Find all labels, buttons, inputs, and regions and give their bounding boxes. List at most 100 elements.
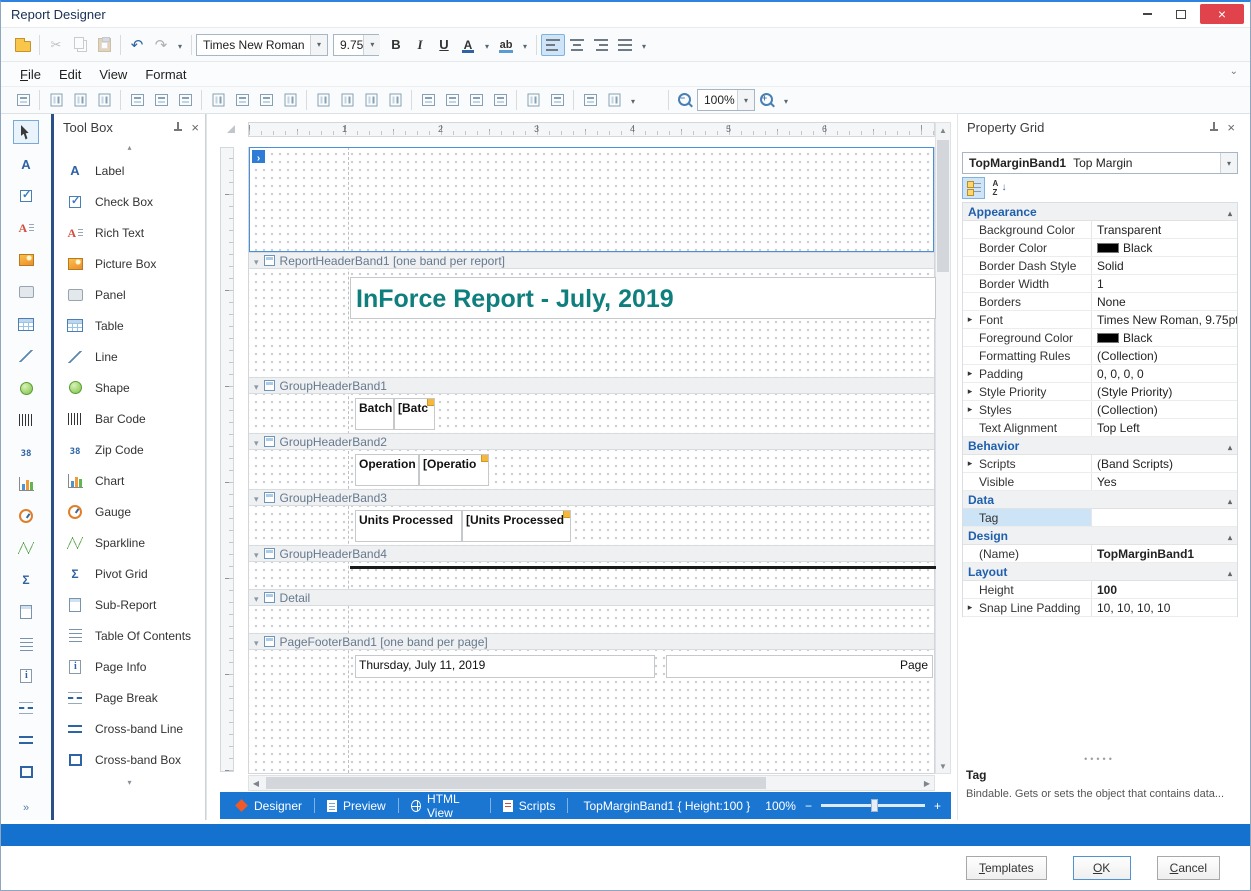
bold-button[interactable]: B xyxy=(384,34,408,56)
tab-html-view[interactable]: HTML View xyxy=(406,792,483,819)
strip-tool-bar-code[interactable] xyxy=(13,408,39,432)
property-row-formatting-rules[interactable]: Formatting Rules(Collection) xyxy=(963,347,1237,365)
chevron-down-icon[interactable] xyxy=(310,35,327,55)
increase-vertical-spacing-button[interactable] xyxy=(440,89,464,111)
tab-preview[interactable]: Preview xyxy=(322,792,391,819)
horizontal-scroll-thumb[interactable] xyxy=(266,777,766,789)
strip-tool-sparkline[interactable] xyxy=(13,536,39,560)
scroll-right-arrow[interactable]: ▶ xyxy=(920,776,934,790)
make-same-size-button[interactable] xyxy=(278,89,302,111)
strip-tool-line[interactable] xyxy=(13,344,39,368)
description-splitter[interactable] xyxy=(958,754,1241,764)
horizontal-scrollbar[interactable]: ◀ ▶ xyxy=(248,775,935,791)
pin-icon[interactable] xyxy=(173,121,183,133)
report-title-label[interactable]: InForce Report - July, 2019 xyxy=(350,277,936,319)
font-name-combo[interactable]: Times New Roman xyxy=(196,34,328,56)
collapse-caret-icon[interactable] xyxy=(254,491,259,505)
toolbox-item-page-info[interactable]: Page Info xyxy=(54,651,205,682)
toolbox-item-shape[interactable]: Shape xyxy=(54,372,205,403)
toolbox-item-table[interactable]: Table xyxy=(54,310,205,341)
tab-scripts[interactable]: Scripts xyxy=(498,792,561,819)
strip-overflow-chevron[interactable] xyxy=(1,802,51,814)
align-bottoms-button[interactable] xyxy=(173,89,197,111)
property-row-visible[interactable]: VisibleYes xyxy=(963,473,1237,491)
chevron-down-icon[interactable] xyxy=(1220,153,1237,173)
align-center-button[interactable] xyxy=(565,34,589,56)
property-row-border-dash-style[interactable]: Border Dash StyleSolid xyxy=(963,257,1237,275)
toolbox-item-rich-text[interactable]: Rich Text xyxy=(54,217,205,248)
toolbox-item-table-of-contents[interactable]: Table Of Contents xyxy=(54,620,205,651)
category-behavior[interactable]: Behavior xyxy=(963,437,1237,455)
tab-designer[interactable]: Designer xyxy=(230,792,307,819)
center-horizontally-button[interactable] xyxy=(521,89,545,111)
cancel-button[interactable]: Cancel xyxy=(1157,856,1220,880)
category-layout[interactable]: Layout xyxy=(963,563,1237,581)
toolbox-item-cross-band-box[interactable]: Cross-band Box xyxy=(54,744,205,775)
toolbox-item-chart[interactable]: Chart xyxy=(54,465,205,496)
toolbar-overflow-dropdown[interactable] xyxy=(637,34,651,56)
band-header-page-footer[interactable]: PageFooterBand1 [one band per page] xyxy=(249,633,934,650)
top-margin-band[interactable] xyxy=(249,147,934,252)
property-row-background-color[interactable]: Background ColorTransparent xyxy=(963,221,1237,239)
scroll-left-arrow[interactable]: ◀ xyxy=(249,776,263,790)
band-header-group-header3[interactable]: GroupHeaderBand3 xyxy=(249,489,934,506)
zoom-slider[interactable] xyxy=(821,804,925,807)
toolbox-item-cross-band-line[interactable]: Cross-band Line xyxy=(54,713,205,744)
strip-tool-chart[interactable] xyxy=(13,472,39,496)
band-header-group-header1[interactable]: GroupHeaderBand1 xyxy=(249,377,934,394)
toolbox-item-gauge[interactable]: Gauge xyxy=(54,496,205,527)
property-row-height[interactable]: Height100 xyxy=(963,581,1237,599)
toolbox-item-sparkline[interactable]: Sparkline xyxy=(54,527,205,558)
toolbox-item-line[interactable]: Line xyxy=(54,341,205,372)
toolbox-item-picture-box[interactable]: Picture Box xyxy=(54,248,205,279)
collapse-caret-icon[interactable] xyxy=(254,591,259,605)
menu-view[interactable]: View xyxy=(90,64,136,85)
collapse-caret-icon[interactable] xyxy=(254,635,259,649)
expand-icon[interactable] xyxy=(963,311,977,328)
toolbox-item-label[interactable]: Label xyxy=(54,155,205,186)
expand-icon[interactable] xyxy=(963,401,977,418)
separator-line-control[interactable] xyxy=(350,566,936,569)
scroll-up-arrow[interactable]: ▲ xyxy=(936,123,950,137)
property-row-text-alignment[interactable]: Text AlignmentTop Left xyxy=(963,419,1237,437)
band-header-group-header2[interactable]: GroupHeaderBand2 xyxy=(249,433,934,450)
property-row-font[interactable]: FontTimes New Roman, 9.75pt xyxy=(963,311,1237,329)
strip-tool-check-box[interactable] xyxy=(13,184,39,208)
remove-horizontal-spacing-button[interactable] xyxy=(383,89,407,111)
remove-vertical-spacing-button[interactable] xyxy=(488,89,512,111)
minimize-button[interactable] xyxy=(1132,4,1162,24)
property-row-padding[interactable]: Padding0, 0, 0, 0 xyxy=(963,365,1237,383)
property-row-styles[interactable]: Styles(Collection) xyxy=(963,401,1237,419)
font-color-button[interactable]: A xyxy=(456,34,480,56)
categorized-view-button[interactable] xyxy=(962,177,985,199)
cut-button[interactable] xyxy=(44,34,68,56)
decrease-horizontal-spacing-button[interactable] xyxy=(359,89,383,111)
units-processed-field-label[interactable]: [Units Processed xyxy=(462,510,571,542)
toolbox-item-check-box[interactable]: Check Box xyxy=(54,186,205,217)
toolbox-item-pivot-grid[interactable]: Pivot Grid xyxy=(54,558,205,589)
align-left-button[interactable] xyxy=(541,34,565,56)
zoom-in-button[interactable]: + xyxy=(755,89,779,111)
strip-tool-cross-band-box[interactable] xyxy=(13,760,39,784)
align-to-grid-button[interactable] xyxy=(11,89,35,111)
expand-icon[interactable] xyxy=(963,365,977,382)
scroll-down-arrow[interactable]: ▼ xyxy=(936,759,950,773)
expand-icon[interactable] xyxy=(963,383,977,400)
strip-tool-label[interactable] xyxy=(13,152,39,176)
strip-tool-picture-box[interactable] xyxy=(13,248,39,272)
strip-tool-pointer[interactable] xyxy=(13,120,39,144)
object-selector-combo[interactable]: TopMarginBand1 Top Margin xyxy=(962,152,1238,174)
undo-dropdown[interactable] xyxy=(173,34,187,56)
strip-tool-cross-band-line[interactable] xyxy=(13,728,39,752)
property-row-name[interactable]: (Name)TopMarginBand1 xyxy=(963,545,1237,563)
expand-icon[interactable] xyxy=(963,455,977,472)
undo-button[interactable] xyxy=(125,34,149,56)
category-appearance[interactable]: Appearance xyxy=(963,203,1237,221)
category-design[interactable]: Design xyxy=(963,527,1237,545)
font-color-dropdown[interactable] xyxy=(480,34,494,56)
align-centers-button[interactable] xyxy=(68,89,92,111)
batch-field-label[interactable]: [Batc xyxy=(394,398,435,430)
send-to-back-button[interactable] xyxy=(602,89,626,111)
strip-tool-page-info[interactable] xyxy=(13,664,39,688)
property-row-tag[interactable]: Tag xyxy=(963,509,1237,527)
